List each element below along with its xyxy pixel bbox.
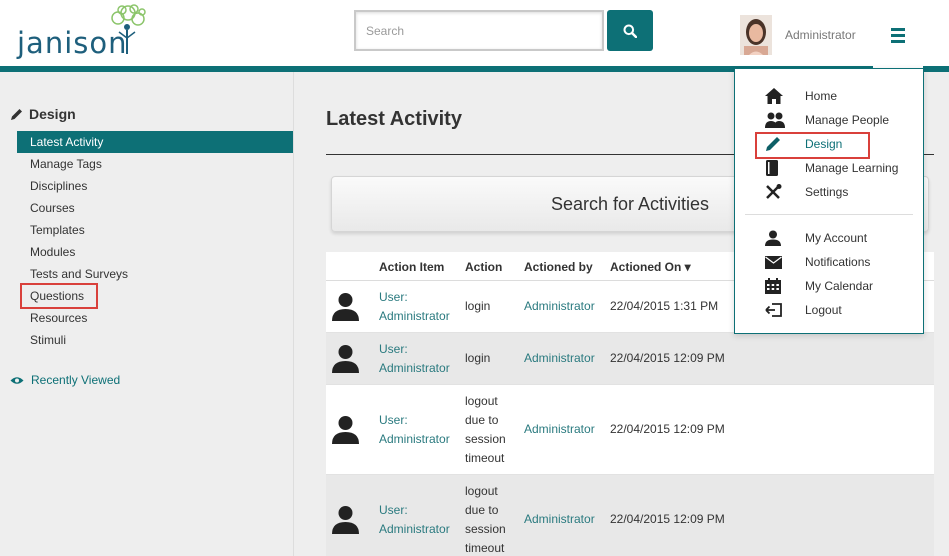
menu-item-notifications[interactable]: Notifications (765, 252, 870, 272)
column-header-action[interactable]: Action (465, 260, 502, 274)
search-icon (623, 24, 637, 38)
menu-item-label: My Account (805, 231, 868, 245)
actioned-by-link[interactable]: Administrator (524, 420, 595, 439)
user-avatar[interactable] (740, 15, 772, 55)
envelope-icon (765, 255, 782, 269)
sidebar-item-manage-tags[interactable]: Manage Tags (17, 153, 287, 175)
action-text-line: timeout (465, 451, 505, 465)
action-text-line: due to (465, 413, 499, 427)
action-item-name-link[interactable]: Administrator (379, 307, 450, 326)
menu-item-label: Home (805, 89, 838, 103)
action-item-name-link[interactable]: Administrator (379, 359, 450, 378)
action-text-line: logout (465, 484, 498, 498)
eye-icon (10, 376, 24, 384)
actioned-by-link[interactable]: Administrator (524, 297, 595, 316)
janison-logo[interactable]: janison (14, 4, 149, 62)
hamburger-menu-icon[interactable] (888, 28, 908, 44)
menu-item-label: Settings (805, 185, 849, 199)
sidebar-heading: Design (10, 106, 76, 122)
user-icon (332, 293, 359, 321)
search-button[interactable] (607, 10, 653, 51)
recently-viewed-label: Recently Viewed (31, 373, 121, 387)
sidebar-item-modules[interactable]: Modules (17, 241, 287, 263)
pencil-icon (11, 108, 22, 120)
user-icon (332, 345, 359, 373)
sidebar-item-disciplines[interactable]: Disciplines (17, 175, 287, 197)
actioned-on-text: 22/04/2015 12:09 PM (610, 351, 725, 365)
menu-item-manage-people[interactable]: Manage People (765, 110, 889, 130)
menu-item-settings[interactable]: Settings (765, 182, 848, 202)
action-item-type-link[interactable]: User: (379, 340, 408, 359)
logo-tree-icon (111, 4, 146, 54)
menu-item-label: Manage People (805, 113, 890, 127)
menu-item-my-account[interactable]: My Account (765, 228, 867, 248)
actioned-on-text: 22/04/2015 12:09 PM (610, 512, 725, 526)
top-header: janison Administrator (0, 0, 949, 66)
column-header-action-item[interactable]: Action Item (379, 260, 444, 274)
calendar-icon (765, 278, 781, 294)
people-icon (765, 112, 785, 128)
book-icon (766, 160, 778, 176)
menu-item-logout[interactable]: Logout (765, 300, 842, 320)
action-item-name-link[interactable]: Administrator (379, 430, 450, 449)
action-item-name-link[interactable]: Administrator (379, 520, 450, 539)
actioned-on-text: 22/04/2015 1:31 PM (610, 299, 719, 313)
action-item-type-link[interactable]: User: (379, 411, 408, 430)
menu-item-label: Notifications (805, 255, 871, 269)
home-icon (765, 88, 783, 104)
action-text-line: due to (465, 503, 499, 517)
sidebar-item-templates[interactable]: Templates (17, 219, 287, 241)
menu-item-label: My Calendar (805, 279, 874, 293)
menu-item-label: Logout (805, 303, 842, 317)
sidebar-item-courses[interactable]: Courses (17, 197, 287, 219)
menu-item-manage-learning[interactable]: Manage Learning (765, 158, 898, 178)
action-text: login (465, 299, 491, 313)
search-input[interactable] (356, 12, 602, 49)
menu-item-home[interactable]: Home (765, 86, 837, 106)
sidebar-item-tests-and-surveys[interactable]: Tests and Surveys (17, 263, 287, 285)
sidebar: Design Latest Activity Manage Tags Disci… (0, 72, 294, 556)
user-name[interactable]: Administrator (785, 28, 856, 42)
sidebar-item-latest-activity[interactable]: Latest Activity (17, 131, 293, 153)
avatar-photo (740, 15, 772, 55)
menu-divider (745, 214, 913, 215)
design-highlight-box (755, 132, 870, 159)
main-menu-dropdown: Home Manage People Design Manage Learnin… (734, 68, 924, 334)
action-text: login (465, 351, 491, 365)
column-header-actioned-by[interactable]: Actioned by (524, 260, 593, 274)
action-item-type-link[interactable]: User: (379, 288, 408, 307)
page-title: Latest Activity (326, 108, 462, 130)
questions-highlight-box (20, 283, 98, 309)
table-row: User: Administrator logout due to sessio… (326, 475, 934, 556)
user-icon (332, 506, 359, 534)
action-text-line: session (465, 522, 506, 536)
recently-viewed-link[interactable]: Recently Viewed (10, 373, 120, 387)
action-text-line: timeout (465, 541, 505, 555)
menu-item-label: Manage Learning (805, 161, 899, 175)
column-header-actioned-on[interactable]: Actioned On ▾ (610, 260, 691, 274)
actioned-on-text: 22/04/2015 12:09 PM (610, 422, 725, 436)
action-item-type-link[interactable]: User: (379, 501, 408, 520)
table-row: User: Administrator logout due to sessio… (326, 385, 934, 475)
actioned-by-link[interactable]: Administrator (524, 510, 595, 529)
action-text-line: logout (465, 394, 498, 408)
sidebar-item-stimuli[interactable]: Stimuli (17, 329, 287, 351)
sidebar-heading-text: Design (29, 106, 76, 122)
logout-icon (765, 303, 782, 317)
tools-icon (766, 184, 782, 199)
user-icon (332, 416, 359, 444)
action-text-line: session (465, 432, 506, 446)
sidebar-item-resources[interactable]: Resources (17, 307, 287, 329)
search-box (354, 10, 604, 51)
user-icon (765, 230, 781, 246)
table-row: User: Administrator login Administrator … (326, 333, 934, 385)
actioned-by-link[interactable]: Administrator (524, 349, 595, 368)
menu-item-my-calendar[interactable]: My Calendar (765, 276, 873, 296)
